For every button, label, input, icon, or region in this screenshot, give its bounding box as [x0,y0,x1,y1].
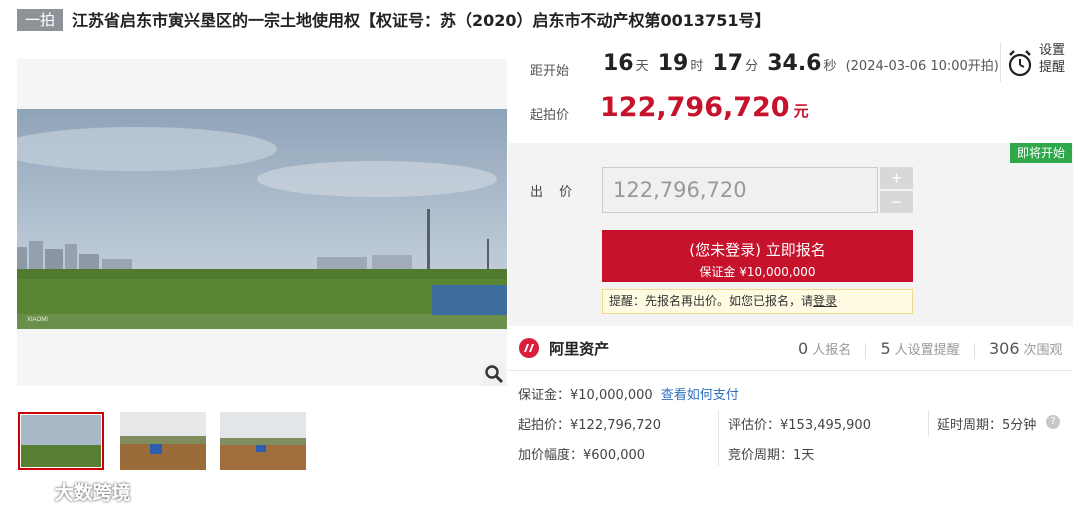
days-unit: 天 [635,59,649,74]
deposit-info: 保证金：¥10,000,000 查看如何支付 [518,384,739,403]
thumbnail-1[interactable] [18,412,104,470]
countdown-days: 16 [603,51,634,76]
detail-increment: 加价幅度：¥600,000 [518,448,646,463]
title-bar: 一拍 江苏省启东市寅兴垦区的一宗土地使用权【权证号：苏（2020）启东市不动产权… [0,0,1080,46]
ali-assets-logo-icon [519,338,539,358]
photo-caption: XIAOMI [27,317,48,323]
countdown-label: 距开始 [530,64,570,79]
countdown-hours: 19 [657,51,689,76]
thumbnail-image [21,415,101,467]
reminder-label: 人设置提醒 [894,343,960,358]
deposit-text: 保证金：¥10,000,000 [518,388,653,403]
countdown-minutes: 17 [712,51,744,76]
login-link[interactable]: 登录 [813,294,837,308]
increase-bid-button[interactable]: + [880,167,913,189]
detail-delay-period: 延时周期：5分钟 [937,418,1037,433]
bid-panel: 即将开始 出 价 + − (您未登录) 立即报名 保证金 ¥10,000,000… [508,143,1073,326]
status-badge: 即将开始 [1010,143,1072,163]
notice-text: 提醒：先报名再出价。如您已报名，请 [609,294,814,308]
registered-count: 0 [798,339,809,358]
login-notice: 提醒：先报名再出价。如您已报名，请登录 [602,289,913,314]
hours-unit: 时 [690,59,704,74]
auction-round-badge: 一拍 [17,9,63,31]
thumbnail-3[interactable] [220,412,306,470]
start-price-unit: 元 [793,102,809,120]
register-button[interactable]: (您未登录) 立即报名 保证金 ¥10,000,000 [602,230,913,282]
seconds-unit: 秒 [823,59,837,74]
auction-stats: 0 人报名 5 人设置提醒 306 次围观 [798,339,1063,359]
detail-appraisal-price: 评估价：¥153,495,900 [728,418,871,433]
bid-label: 出 价 [530,185,579,200]
watermark-text: 大数跨境 [54,482,131,504]
detail-divider [928,410,929,436]
thumbnail-image [220,412,306,470]
detail-divider [718,410,719,466]
auction-start-time: (2024-03-06 10:00开拍) [845,59,999,74]
thumbnail-image [120,412,206,470]
watermark: 大数跨境 [8,478,131,506]
brand[interactable]: 阿里资产 [518,337,609,359]
detail-start-price: 起拍价：¥122,796,720 [518,418,661,433]
main-photo-viewer[interactable]: XIAOMI [17,59,507,386]
stat-divider [973,342,975,359]
view-count: 306 [988,339,1020,358]
start-price-value: 122,796,720 元 [600,92,809,123]
decrease-bid-button[interactable]: − [880,191,913,213]
view-label: 次围观 [1023,343,1063,358]
magnifier-icon[interactable] [483,363,505,385]
detail-bid-cycle: 竞价周期：1天 [728,448,815,463]
set-reminder-label: 设置提醒 [1039,43,1066,75]
reminder-count: 5 [880,339,891,358]
thumbnail-2[interactable] [120,412,206,470]
registered-label: 人报名 [812,343,852,358]
wechat-logo-icon [9,481,42,501]
countdown-seconds: 34.6 [767,51,822,76]
register-deposit-label: 保证金 ¥10,000,000 [699,265,816,279]
start-price-amount: 122,796,720 [600,92,790,123]
register-button-label: (您未登录) 立即报名 [689,241,826,259]
how-to-pay-link[interactable]: 查看如何支付 [661,388,739,403]
countdown-timer: 16 天 19 时 17 分 34.6 秒 (2024-03-06 10:00开拍) [603,51,999,76]
page-title: 江苏省启东市寅兴垦区的一宗土地使用权【权证号：苏（2020）启东市不动产权第00… [72,11,771,30]
bid-amount-input[interactable] [602,167,878,213]
brand-name: 阿里资产 [549,339,610,358]
stat-divider [865,342,867,359]
alarm-clock-icon [1008,50,1032,77]
minutes-unit: 分 [745,59,759,74]
set-reminder-button[interactable]: 设置提醒 [1000,42,1070,82]
section-divider [508,370,1073,371]
main-photo: XIAOMI [17,109,507,329]
start-price-label: 起拍价 [530,108,570,123]
help-icon[interactable]: ? [1046,415,1060,429]
